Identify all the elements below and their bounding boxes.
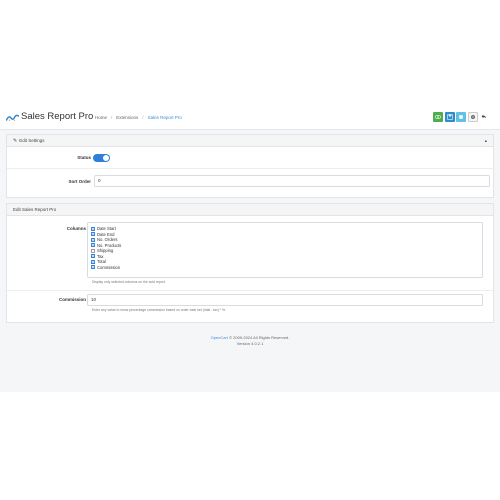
panel-header: ✎ Edit Settings ▴ bbox=[7, 135, 493, 147]
commission-input[interactable]: 10 bbox=[87, 294, 483, 306]
breadcrumb-home[interactable]: Home bbox=[95, 115, 107, 121]
sort-order-row: Sort Order 0 bbox=[7, 170, 495, 198]
preview-button[interactable] bbox=[433, 112, 443, 122]
app-window: Sales Report Pro Home / Extensions / Sal… bbox=[0, 106, 500, 392]
back-button[interactable] bbox=[479, 112, 488, 122]
opencart-logo bbox=[6, 114, 19, 121]
panel-header: Edit Sales Report Pro bbox=[7, 204, 493, 216]
columns-help-text: Display only selected columns on the sol… bbox=[92, 280, 166, 284]
checkbox[interactable] bbox=[91, 232, 95, 237]
breadcrumb-current[interactable]: Sales Report Pro bbox=[148, 115, 182, 121]
page-title: Sales Report Pro bbox=[21, 111, 94, 122]
section-divider bbox=[7, 290, 493, 291]
square-icon bbox=[459, 115, 463, 119]
page-header: Sales Report Pro Home / Extensions / Sal… bbox=[0, 106, 500, 130]
panel-title: Edit Settings bbox=[19, 137, 45, 143]
eye-icon bbox=[435, 115, 441, 119]
edit-settings-panel: ✎ Edit Settings ▴ Status Sort Order 0 bbox=[6, 134, 495, 198]
pencil-icon: ✎ bbox=[13, 137, 18, 144]
opencart-link[interactable]: OpenCart bbox=[211, 335, 228, 340]
breadcrumb-extensions[interactable]: Extensions bbox=[116, 115, 138, 121]
checkbox[interactable] bbox=[91, 237, 95, 242]
copy-button[interactable] bbox=[456, 112, 466, 122]
toolbar-actions bbox=[433, 112, 488, 122]
status-label: Status bbox=[77, 155, 91, 160]
sort-order-label: Sort Order bbox=[68, 179, 91, 184]
columns-label: Columns bbox=[66, 226, 86, 231]
version-text: Version 4.0.2.1 bbox=[236, 341, 264, 346]
checkbox[interactable] bbox=[91, 265, 95, 270]
collapse-caret-icon[interactable]: ▴ bbox=[485, 135, 487, 147]
status-row: Status bbox=[7, 148, 495, 169]
status-toggle[interactable] bbox=[93, 154, 110, 162]
checkbox[interactable] bbox=[91, 254, 95, 259]
settings-button[interactable] bbox=[467, 112, 478, 122]
save-icon bbox=[446, 114, 453, 120]
checkbox[interactable] bbox=[91, 243, 95, 248]
copyright-text: © 2009-2024 All Rights Reserved. bbox=[229, 335, 290, 340]
panel-title: Edit Sales Report Pro bbox=[13, 206, 57, 212]
columns-checklist: Date Start Date End No. Orders No. Produ… bbox=[87, 222, 483, 278]
commission-label: Commission bbox=[58, 297, 86, 302]
list-item[interactable]: Commission bbox=[91, 265, 479, 271]
gear-icon bbox=[470, 115, 475, 119]
checkbox[interactable] bbox=[91, 248, 95, 253]
save-button[interactable] bbox=[444, 112, 455, 122]
toggle-knob bbox=[103, 155, 109, 161]
checkbox[interactable] bbox=[91, 226, 95, 231]
sort-order-input[interactable]: 0 bbox=[94, 175, 490, 187]
breadcrumb-separator: / bbox=[142, 115, 144, 120]
breadcrumb-separator: / bbox=[111, 115, 113, 120]
commission-help-text: Enter any value to show percentage commi… bbox=[92, 308, 226, 312]
footer: OpenCart © 2009-2024 All Rights Reserved… bbox=[0, 335, 500, 340]
back-arrow-icon bbox=[481, 114, 486, 119]
breadcrumb: Home / Extensions / Sales Report Pro bbox=[95, 115, 182, 121]
checkbox[interactable] bbox=[91, 259, 95, 264]
